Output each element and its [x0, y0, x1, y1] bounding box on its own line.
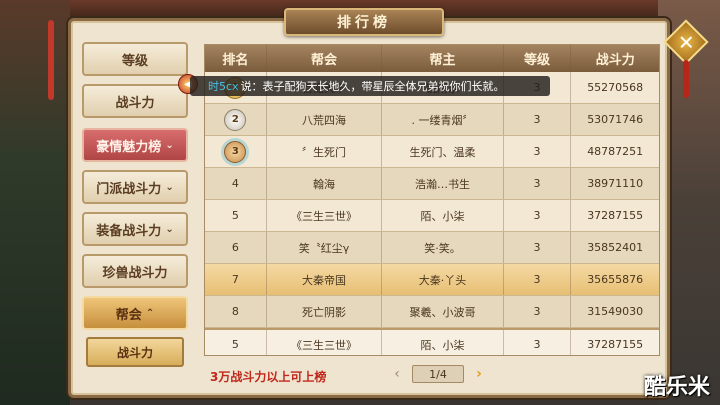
table-body: 1 百媚天下 锐雨氷 3 55270568 2 八荒四海 . 一缕青烟〞 3 5…: [205, 72, 659, 355]
table-row[interactable]: 8 死亡阴影 聚羲、小波哥 3 31549030: [205, 296, 659, 328]
cell-leader: 聚羲、小波哥: [382, 296, 504, 327]
table-row-selected[interactable]: 7 大秦帝国 大秦·丫头 3 35655876: [205, 264, 659, 296]
cell-power: 35852401: [587, 241, 644, 254]
cell-leader: . 一缕青烟〞: [382, 104, 504, 135]
cell-guild: 《三生三世》: [267, 200, 383, 231]
pagination: ‹ 1/4 ›: [390, 364, 486, 384]
sidebar-item-label: 帮会: [115, 307, 142, 323]
cell-power: 53071746: [587, 113, 644, 126]
cell-rank: 5: [205, 200, 267, 231]
cell-power: 37287155: [587, 209, 644, 222]
table-row[interactable]: 6 笑〝红尘γ 笑·笑。 3 35852401: [205, 232, 659, 264]
cell-leader: 陌、小柒: [382, 330, 504, 355]
chevron-right-icon[interactable]: ›: [472, 364, 486, 384]
cell-guild: 大秦帝国: [267, 264, 383, 295]
cell-guild: 翰海: [267, 168, 383, 199]
cell-guild: 死亡阴影: [267, 296, 383, 327]
tassel-decoration: [683, 60, 689, 98]
header-guild: 帮会: [267, 45, 383, 72]
cell-power: 38971110: [587, 177, 644, 190]
sidebar-item-guild[interactable]: 帮会 ⌃: [82, 296, 188, 330]
category-sidebar: 等级 战斗力 豪情魅力榜 ⌄ 门派战斗力 ⌄ 装备战斗力 ⌄ 珍兽战斗力 帮会 …: [78, 42, 190, 382]
sidebar-item-label: 战斗力: [115, 95, 155, 111]
cell-level: 3: [504, 264, 572, 295]
self-guild-row: 5 《三生三世》 陌、小柒 3 37287155: [205, 328, 659, 355]
header-level: 等级: [504, 45, 572, 72]
rank-requirement-note: 3万战斗力以上可上榜: [210, 370, 327, 384]
cell-power: 48787251: [587, 145, 644, 158]
close-icon: ✕: [677, 29, 695, 54]
table-row[interactable]: 2 八荒四海 . 一缕青烟〞 3 53071746: [205, 104, 659, 136]
table-row[interactable]: 5 《三生三世》 陌、小柒 3 37287155: [205, 200, 659, 232]
chevron-down-icon: ⌄: [165, 139, 174, 151]
chevron-down-icon: ⌄: [165, 181, 174, 193]
sidebar-item-sect-power[interactable]: 门派战斗力 ⌄: [82, 170, 188, 204]
cell-rank: 8: [205, 296, 267, 327]
sidebar-item-label: 等级: [121, 53, 148, 69]
cell-level: 3: [504, 232, 572, 263]
sidebar-item-label: 豪情魅力榜: [96, 139, 162, 155]
sidebar-subitem-guild-power[interactable]: 战斗力: [86, 337, 184, 367]
cell-rank: 6: [205, 232, 267, 263]
header-power: 战斗力: [595, 53, 635, 68]
sidebar-item-equipment-power[interactable]: 装备战斗力 ⌄: [82, 212, 188, 246]
cell-rank: 7: [205, 264, 267, 295]
sidebar-item-pet-power[interactable]: 珍兽战斗力: [82, 254, 188, 288]
sidebar-subitem-label: 战斗力: [116, 345, 153, 360]
cell-level: 3: [504, 200, 572, 231]
cell-power: 31549030: [587, 305, 644, 318]
cell-level: 3: [504, 168, 572, 199]
cell-leader: 笑·笑。: [382, 232, 504, 263]
cell-guild: 笑〝红尘γ: [267, 232, 383, 263]
cell-leader: 浩瀚…书生: [382, 168, 504, 199]
cell-level: 3: [504, 104, 572, 135]
cell-rank: 5: [205, 330, 267, 355]
background-scenery-left: [0, 0, 70, 405]
page-indicator: 1/4: [412, 365, 464, 383]
sidebar-item-label: 装备战斗力: [96, 223, 162, 239]
cell-level: 3: [504, 296, 572, 327]
page-title: 排行榜: [284, 8, 444, 36]
table-header: 排名 帮会 帮主 等级 战斗力: [205, 45, 659, 72]
chat-broadcast[interactable]: 时5cx 说：表子配狗天长地久，带星辰全体兄弟祝你们长就。: [190, 76, 550, 96]
cell-power: 35655876: [587, 273, 644, 286]
sidebar-item-power[interactable]: 战斗力: [82, 84, 188, 118]
sidebar-item-charm[interactable]: 豪情魅力榜 ⌄: [82, 128, 188, 162]
cell-level: 3: [504, 136, 572, 167]
cell-power: 37287155: [587, 338, 644, 351]
header-rank: 排名: [205, 45, 267, 72]
chevron-left-icon[interactable]: ‹: [390, 364, 404, 384]
sidebar-item-level[interactable]: 等级: [82, 42, 188, 76]
table-row[interactable]: 4 翰海 浩瀚…书生 3 38971110: [205, 168, 659, 200]
cell-guild: 〞生死门: [267, 136, 383, 167]
cell-leader: 陌、小柒: [382, 200, 504, 231]
cell-guild: 八荒四海: [267, 104, 383, 135]
cell-leader: 大秦·丫头: [382, 264, 504, 295]
table-row[interactable]: 3 〞生死门 生死门、温柔 3 48787251: [205, 136, 659, 168]
chat-speaker[interactable]: 时5cx: [208, 78, 239, 94]
chevron-up-icon: ⌃: [145, 307, 155, 319]
watermark: 酷乐米: [643, 375, 710, 400]
silver-medal-icon: 2: [224, 108, 247, 131]
cell-guild: 《三生三世》: [267, 330, 383, 355]
lantern-decoration: [48, 20, 54, 100]
header-leader: 帮主: [382, 45, 504, 72]
cell-rank: 4: [205, 168, 267, 199]
cell-leader: 生死门、温柔: [382, 136, 504, 167]
bronze-medal-icon: 3: [224, 140, 247, 163]
sidebar-item-label: 门派战斗力: [96, 181, 162, 197]
sidebar-item-label: 珍兽战斗力: [102, 265, 168, 281]
cell-level: 3: [504, 330, 572, 355]
cell-power: 55270568: [587, 81, 644, 94]
chat-message: 说：表子配狗天长地久，带星辰全体兄弟祝你们长就。: [240, 80, 505, 93]
chevron-down-icon: ⌄: [165, 223, 174, 235]
